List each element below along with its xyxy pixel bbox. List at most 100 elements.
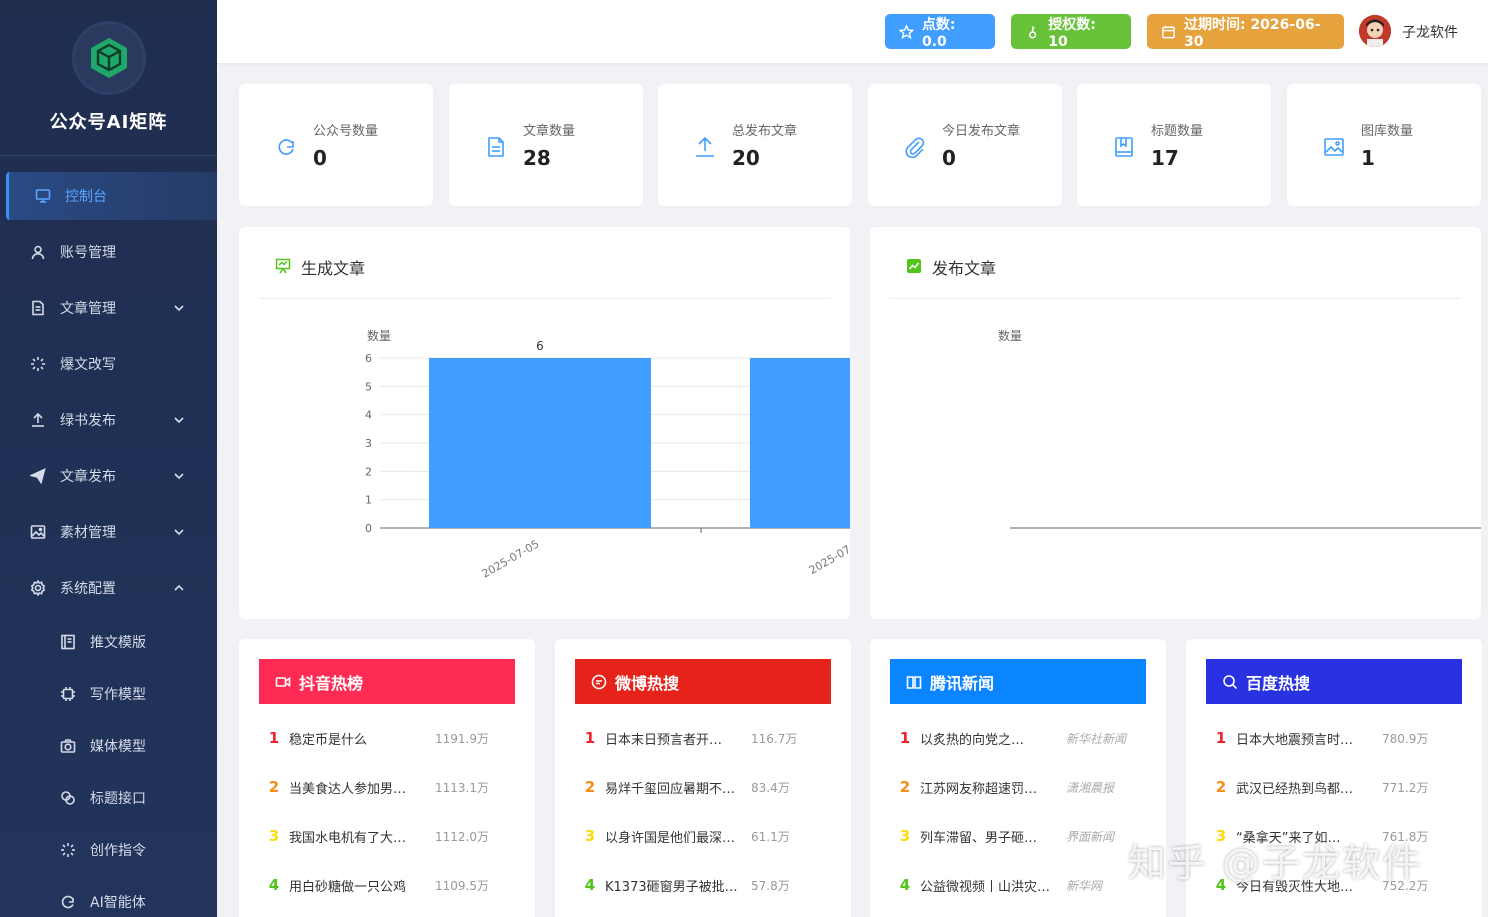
sidebar-subitem-writing-model[interactable]: 写作模型 xyxy=(0,668,217,720)
hot-item-title[interactable]: 日本大地震预言时… xyxy=(1236,729,1372,748)
stat-card-gallery: 图库数量 1 xyxy=(1287,84,1481,206)
hot-title: 百度热搜 xyxy=(1246,673,1311,693)
search-icon xyxy=(1223,674,1238,689)
auth-badge[interactable]: 授权数: 10 xyxy=(1011,14,1131,50)
hot-item-heat: 1191.9万 xyxy=(435,731,489,746)
hot-list-item[interactable]: 4 今日有毁灭性大地… 752.2万 xyxy=(1206,874,1462,896)
hot-item-heat: 57.8万 xyxy=(751,878,790,893)
hot-item-title[interactable]: 江苏网友称超速罚… xyxy=(920,778,1056,797)
hot-list-item[interactable]: 2 武汉已经热到鸟都… 771.2万 xyxy=(1206,776,1462,798)
auth-text: 授权数: 10 xyxy=(1048,16,1096,50)
stat-card-accounts: 公众号数量 0 xyxy=(239,84,433,206)
y-axis-label: 数量 xyxy=(367,328,391,343)
cpu-icon xyxy=(60,686,76,702)
stat-card-today-published: 今日发布文章 0 xyxy=(868,84,1062,206)
sidebar-item-label: 账号管理 xyxy=(60,245,116,261)
hot-item-title[interactable]: 当美食达人参加男… xyxy=(289,778,425,797)
hot-item-title[interactable]: 易烊千玺回应暑期不… xyxy=(605,778,741,797)
key-icon xyxy=(1029,25,1037,38)
y-tick-label: 6 xyxy=(365,352,372,365)
hot-item-source: 新华网 xyxy=(1066,878,1103,893)
hot-list-item[interactable]: 4 K1373砸窗男子被批… 57.8万 xyxy=(575,874,831,896)
hot-rank: 2 xyxy=(584,778,596,796)
document-icon xyxy=(30,300,46,316)
hot-list-item[interactable]: 2 当美食达人参加男… 1113.1万 xyxy=(259,776,515,798)
hot-list-item[interactable]: 1 稳定币是什么 1191.9万 xyxy=(259,727,515,749)
sidebar-subitem-ai-agent[interactable]: AI智能体 xyxy=(0,876,217,917)
hot-list-item[interactable]: 2 易烊千玺回应暑期不… 83.4万 xyxy=(575,776,831,798)
sidebar-menu: 控制台 账号管理 文章管理 爆文改写 绿书发布 文章发布 素材管理 系统配置 推… xyxy=(0,156,217,917)
x-tick-label: 2025-07-05 xyxy=(480,537,542,580)
hot-list-item[interactable]: 1 日本大地震预言时… 780.9万 xyxy=(1206,727,1462,749)
hot-item-heat: 1113.1万 xyxy=(435,780,489,795)
hot-list-item[interactable]: 3 以身许国是他们最深… 61.1万 xyxy=(575,825,831,847)
hot-rank: 1 xyxy=(584,729,596,747)
star-icon xyxy=(899,23,914,39)
paperclip-icon xyxy=(904,136,926,159)
hot-rank: 1 xyxy=(899,729,911,747)
hot-item-heat: 1112.0万 xyxy=(435,829,489,844)
sidebar-item-label: 绿书发布 xyxy=(60,413,116,429)
sidebar-subitem-creation-prompt[interactable]: 创作指令 xyxy=(0,824,217,876)
hot-rank: 3 xyxy=(899,827,911,845)
hot-item-title[interactable]: 公益微视频丨山洪灾… xyxy=(920,876,1056,895)
points-badge[interactable]: 点数: 0.0 xyxy=(885,14,995,50)
expire-badge[interactable]: 过期时间: 2026-06-30 xyxy=(1147,14,1344,50)
hot-list-item[interactable]: 1 日本末日预言者开… 116.7万 xyxy=(575,727,831,749)
hot-item-title[interactable]: K1373砸窗男子被批… xyxy=(605,876,741,895)
sparkle-icon xyxy=(60,842,76,858)
hot-item-title[interactable]: “桑拿天”来了如… xyxy=(1236,827,1372,846)
hot-item-title[interactable]: 以炙热的向党之… xyxy=(920,729,1056,748)
generated-articles-chart: 数量 0 1 2 3 4 5 6 6 2025-07-05 2025-07-0 xyxy=(365,328,850,581)
stat-card-articles: 文章数量 28 xyxy=(449,84,643,206)
hot-rank: 4 xyxy=(1215,876,1227,894)
user-icon xyxy=(30,244,46,260)
hot-item-title[interactable]: 用白砂糖做一只公鸡 xyxy=(289,876,425,895)
hot-item-source: 潇湘晨报 xyxy=(1066,780,1115,795)
hot-item-title[interactable]: 稳定币是什么 xyxy=(289,729,425,748)
hot-card-baidu: 百度热搜 1 日本大地震预言时… 780.9万 2 武汉已经热到鸟都… 771.2万 3 “桑… xyxy=(1186,639,1482,917)
hot-item-title[interactable]: 日本末日预言者开… xyxy=(605,729,741,748)
hot-list-item[interactable]: 3 “桑拿天”来了如… 761.8万 xyxy=(1206,825,1462,847)
username[interactable]: 子龙软件 xyxy=(1402,22,1458,42)
hot-list-item[interactable]: 2 江苏网友称超速罚… 潇湘晨报 xyxy=(890,776,1146,798)
sidebar-subitem-title-api[interactable]: 标题接口 xyxy=(0,772,217,824)
agent-icon xyxy=(60,894,76,910)
chevron-down-icon xyxy=(174,529,184,536)
sidebar-subitem-tweet-template[interactable]: 推文模版 xyxy=(0,616,217,668)
picture-icon xyxy=(1323,136,1345,158)
avatar[interactable] xyxy=(1359,15,1391,47)
sidebar-item-publish[interactable]: 文章发布 xyxy=(0,448,217,504)
sidebar-item-label: 文章发布 xyxy=(60,469,116,485)
hot-item-title[interactable]: 列车滞留、男子砸… xyxy=(920,827,1056,846)
hot-item-title[interactable]: 我国水电机有了大… xyxy=(289,827,425,846)
bar xyxy=(429,358,651,528)
hot-list-item[interactable]: 4 用白砂糖做一只公鸡 1109.5万 xyxy=(259,874,515,896)
stat-value: 17 xyxy=(1151,146,1179,170)
upload-icon xyxy=(30,412,46,428)
sidebar-item-articles[interactable]: 文章管理 xyxy=(0,280,217,336)
hot-list-item[interactable]: 3 列车滞留、男子砸… 界面新闻 xyxy=(890,825,1146,847)
hot-item-title[interactable]: 武汉已经热到鸟都… xyxy=(1236,778,1372,797)
sidebar-subitem-media-model[interactable]: 媒体模型 xyxy=(0,720,217,772)
hot-rank: 4 xyxy=(584,876,596,894)
chevron-down-icon xyxy=(174,473,184,480)
hot-list-item[interactable]: 4 公益微视频丨山洪灾… 新华网 xyxy=(890,874,1146,896)
stat-card-total-published: 总发布文章 20 xyxy=(658,84,852,206)
sidebar-item-greenbook[interactable]: 绿书发布 xyxy=(0,392,217,448)
monitor-icon xyxy=(35,188,51,204)
hot-item-title[interactable]: 今日有毁灭性大地… xyxy=(1236,876,1372,895)
top-header: 点数: 0.0 授权数: 10 过期时间: 2026-06-30 子龙软件 xyxy=(217,0,1488,63)
sidebar-item-system-config[interactable]: 系统配置 xyxy=(0,560,217,616)
stat-label: 图库数量 xyxy=(1361,124,1414,139)
hot-title: 抖音热榜 xyxy=(299,673,364,693)
sidebar-item-rewrite[interactable]: 爆文改写 xyxy=(0,336,217,392)
hot-item-title[interactable]: 以身许国是他们最深… xyxy=(605,827,741,846)
sidebar-item-dashboard[interactable]: 控制台 xyxy=(6,172,217,220)
sidebar-item-materials[interactable]: 素材管理 xyxy=(0,504,217,560)
y-tick-label: 2 xyxy=(365,465,372,478)
sidebar-item-accounts[interactable]: 账号管理 xyxy=(0,224,217,280)
hot-item-heat: 780.9万 xyxy=(1382,731,1429,746)
hot-list-item[interactable]: 1 以炙热的向党之… 新华社新闻 xyxy=(890,727,1146,749)
hot-list-item[interactable]: 3 我国水电机有了大… 1112.0万 xyxy=(259,825,515,847)
